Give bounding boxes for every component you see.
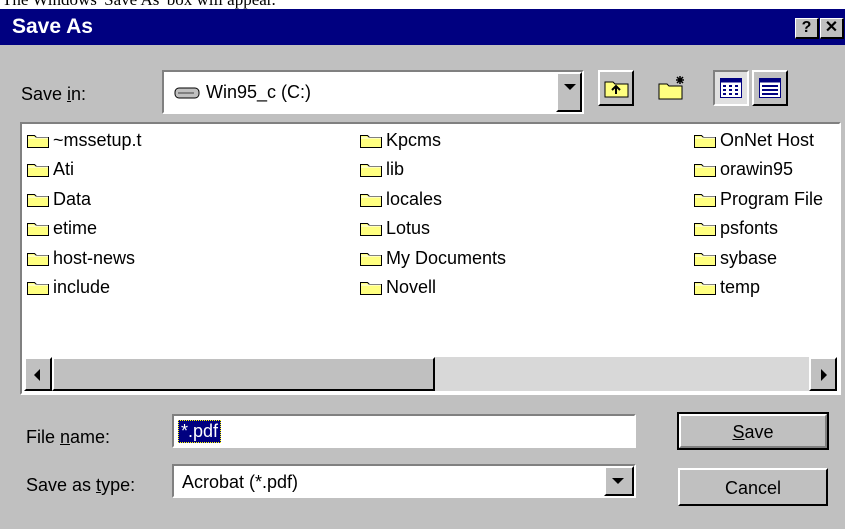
save-in-dropdown[interactable]: Win95_c (C:) <box>162 70 584 114</box>
folder-name: Lotus <box>386 218 431 238</box>
folder-item[interactable]: locales <box>360 187 442 211</box>
cancel-button-label: Cancel <box>724 478 782 498</box>
folder-item[interactable]: sybase <box>694 246 777 270</box>
folder-icon <box>360 134 382 148</box>
folder-icon <box>694 282 716 295</box>
folder-name: Program File <box>720 188 824 209</box>
up-one-level-icon <box>604 77 630 104</box>
folder-icon <box>360 252 382 266</box>
folder-item[interactable]: OnNet Host <box>694 128 814 152</box>
folder-name: My Documents <box>386 247 507 268</box>
cancel-button[interactable]: Cancel <box>678 468 828 506</box>
chevron-down-icon[interactable] <box>604 466 634 496</box>
folder-icon <box>694 223 716 236</box>
scroll-thumb[interactable] <box>52 357 435 391</box>
folder-icon <box>27 134 49 148</box>
folder-name: lib <box>386 159 405 179</box>
save-as-type-dropdown[interactable]: Acrobat (*.pdf) <box>172 464 636 498</box>
file-name-input[interactable]: *.pdf <box>172 414 636 448</box>
folder-name: sybase <box>720 247 778 268</box>
folder-icon <box>360 282 382 295</box>
folder-icon <box>694 164 716 177</box>
save-button[interactable]: Save <box>677 412 829 450</box>
folder-name: temp <box>720 277 761 297</box>
save-as-type-label: Save as type: <box>26 475 136 495</box>
file-list[interactable]: ~mssetup.t Ati Data etime host-news include Kp… <box>20 122 841 395</box>
folder-item[interactable]: etime <box>27 217 97 241</box>
folder-item[interactable]: Novell <box>360 276 436 300</box>
folder-name: Data <box>53 188 92 209</box>
folder-icon <box>360 193 382 207</box>
folder-name: Novell <box>386 277 437 297</box>
chevron-down-icon[interactable] <box>556 72 582 112</box>
list-view-button[interactable] <box>713 70 749 106</box>
folder-icon <box>360 164 382 177</box>
up-one-level-button[interactable] <box>598 70 634 106</box>
folder-icon <box>27 282 49 295</box>
save-as-type-value: Acrobat (*.pdf) <box>182 472 299 492</box>
folder-item[interactable]: Data <box>27 187 91 211</box>
folder-name: ~mssetup.t <box>53 129 142 150</box>
folder-item[interactable]: host-news <box>27 246 135 270</box>
folder-name: host-news <box>53 247 136 268</box>
help-button[interactable]: ? <box>795 18 819 39</box>
page-caption: The Windows 'Save As' box will appear. <box>0 0 845 9</box>
folder-name: psfonts <box>720 218 779 238</box>
scroll-right-button[interactable] <box>809 357 837 391</box>
save-in-value: Win95_c (C:) <box>206 82 312 102</box>
folder-icon <box>27 193 49 207</box>
folder-icon <box>27 252 49 266</box>
folder-name: locales <box>386 188 443 209</box>
folder-icon <box>360 223 382 236</box>
folder-item[interactable]: orawin95 <box>694 158 793 182</box>
folder-icon <box>27 223 49 236</box>
folder-item[interactable]: lib <box>360 158 404 182</box>
folder-item[interactable]: include <box>27 276 110 300</box>
close-button[interactable]: ✕ <box>820 18 844 39</box>
title-bar[interactable]: Save As ? ✕ <box>0 9 845 45</box>
file-name-label: File name: <box>26 427 111 447</box>
arrow-right-icon <box>821 369 827 381</box>
drive-icon <box>174 86 200 105</box>
folder-name: OnNet Host <box>720 129 815 150</box>
list-view-icon <box>720 78 742 103</box>
file-name-value: *.pdf <box>178 420 222 443</box>
folder-name: include <box>53 277 111 297</box>
folder-item[interactable]: My Documents <box>360 246 506 270</box>
folder-item[interactable]: temp <box>694 276 760 300</box>
folder-item[interactable]: Ati <box>27 158 74 182</box>
horizontal-scrollbar[interactable] <box>24 357 837 391</box>
create-new-folder-button[interactable] <box>652 70 688 106</box>
folder-item[interactable]: Lotus <box>360 217 430 241</box>
folder-name: Ati <box>53 159 75 179</box>
folder-item[interactable]: ~mssetup.t <box>27 128 142 152</box>
folder-icon <box>694 252 716 266</box>
folder-icon <box>27 164 49 177</box>
create-new-folder-icon <box>658 74 686 107</box>
scroll-left-button[interactable] <box>24 357 52 391</box>
folder-icon <box>694 193 716 207</box>
folder-item[interactable]: psfonts <box>694 217 778 241</box>
folder-icon <box>694 134 716 148</box>
window-title: Save As <box>12 15 93 38</box>
folder-item[interactable]: Program File <box>694 187 823 211</box>
folder-item[interactable]: Kpcms <box>360 128 441 152</box>
folder-name: orawin95 <box>720 159 794 179</box>
save-button-label: Save <box>732 422 774 442</box>
arrow-left-icon <box>34 369 40 381</box>
folder-name: etime <box>53 218 98 238</box>
details-view-icon <box>759 78 781 103</box>
folder-name: Kpcms <box>386 129 442 150</box>
details-view-button[interactable] <box>752 70 788 106</box>
save-in-label: Save in: <box>21 84 87 104</box>
